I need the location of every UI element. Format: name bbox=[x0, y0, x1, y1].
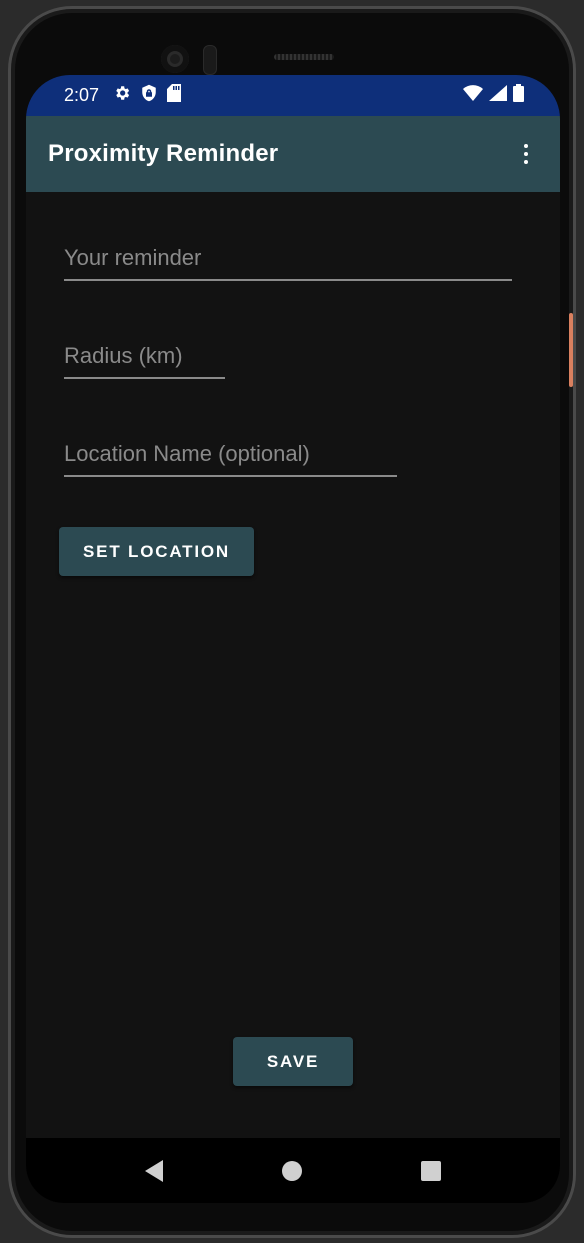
set-location-button[interactable]: SET LOCATION bbox=[59, 527, 254, 576]
reminder-field-container bbox=[64, 245, 512, 281]
sd-card-icon bbox=[167, 84, 182, 107]
shield-icon bbox=[141, 84, 157, 107]
navigation-bar bbox=[26, 1138, 560, 1203]
screen: 2:07 Proximity Reminder Your reminder Ra… bbox=[26, 75, 560, 1203]
wifi-icon bbox=[463, 85, 483, 106]
app-bar: Proximity Reminder bbox=[26, 116, 560, 192]
status-time: 2:07 bbox=[64, 85, 100, 105]
home-icon[interactable] bbox=[281, 1160, 302, 1181]
front-camera bbox=[161, 45, 189, 73]
location-name-input[interactable] bbox=[64, 441, 397, 475]
reminder-input[interactable] bbox=[64, 245, 512, 279]
back-icon[interactable] bbox=[145, 1159, 164, 1182]
save-button[interactable]: SAVE bbox=[233, 1037, 353, 1086]
status-left-icons bbox=[113, 84, 182, 107]
radius-field-container bbox=[64, 343, 225, 379]
app-title: Proximity Reminder bbox=[48, 140, 279, 167]
gear-icon bbox=[113, 84, 131, 107]
content-area: SET LOCATION SAVE bbox=[26, 192, 560, 1138]
more-vert-icon[interactable] bbox=[514, 138, 538, 170]
location-name-field-container bbox=[64, 441, 397, 477]
status-right-icons bbox=[463, 75, 524, 116]
battery-icon bbox=[513, 84, 524, 107]
radius-input[interactable] bbox=[64, 343, 225, 377]
status-bar: 2:07 bbox=[26, 75, 560, 116]
recents-icon[interactable] bbox=[420, 1160, 441, 1181]
proximity-sensor bbox=[203, 45, 217, 75]
signal-icon bbox=[489, 85, 507, 106]
earpiece-speaker bbox=[274, 54, 334, 60]
side-button bbox=[569, 313, 573, 387]
